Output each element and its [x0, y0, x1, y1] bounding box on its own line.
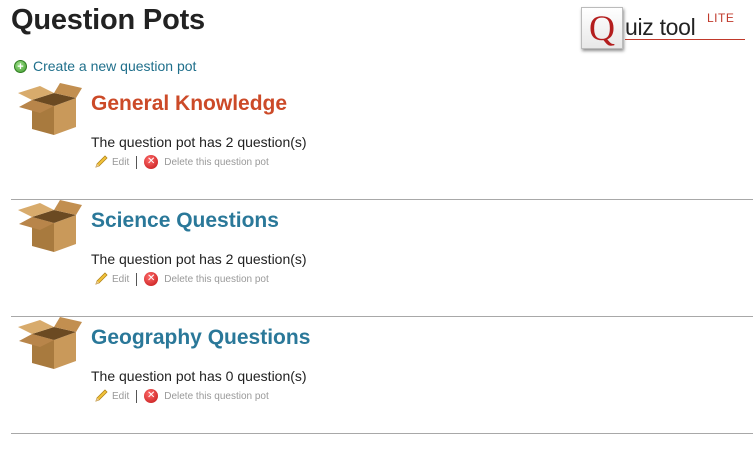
- edit-button[interactable]: Edit: [93, 271, 129, 287]
- pencil-icon: [95, 272, 108, 285]
- pot-question-count: The question pot has 2 question(s): [91, 134, 307, 150]
- pot-title-link[interactable]: Geography Questions: [91, 326, 310, 350]
- edit-label: Edit: [112, 273, 130, 285]
- logo-underline: [625, 39, 745, 40]
- pot-actions: Edit ✕ Delete this question pot: [93, 388, 269, 404]
- plus-circle-icon: +: [14, 59, 27, 73]
- action-separator: [136, 272, 138, 286]
- pot-actions: Edit ✕ Delete this question pot: [93, 154, 269, 170]
- question-pot-item: Science Questions The question pot has 2…: [11, 199, 753, 317]
- page-title: Question Pots: [11, 4, 205, 36]
- create-question-pot-link[interactable]: + Create a new question pot: [14, 58, 196, 74]
- pot-actions: Edit ✕ Delete this question pot: [93, 271, 269, 287]
- logo-lite-badge: LITE: [707, 11, 735, 25]
- pencil-icon: [95, 155, 108, 168]
- cardboard-box-icon: [18, 200, 82, 252]
- question-pot-item: General Knowledge The question pot has 2…: [11, 82, 753, 200]
- delete-label: Delete this question pot: [164, 156, 269, 168]
- logo-text: uiz tool: [625, 14, 696, 40]
- delete-label: Delete this question pot: [164, 390, 269, 402]
- delete-label: Delete this question pot: [164, 273, 269, 285]
- delete-pot-button[interactable]: ✕ Delete this question pot: [144, 389, 269, 403]
- edit-label: Edit: [112, 156, 130, 168]
- edit-label: Edit: [112, 390, 130, 402]
- question-pot-item: Geography Questions The question pot has…: [11, 316, 753, 434]
- pot-title-link[interactable]: General Knowledge: [91, 92, 287, 116]
- action-separator: [136, 389, 138, 403]
- cardboard-box-icon: [18, 83, 82, 135]
- create-link-label: Create a new question pot: [33, 58, 197, 74]
- pencil-icon: [95, 389, 108, 402]
- cardboard-box-icon: [18, 317, 82, 369]
- pot-question-count: The question pot has 0 question(s): [91, 368, 307, 384]
- edit-button[interactable]: Edit: [93, 154, 129, 170]
- delete-pot-button[interactable]: ✕ Delete this question pot: [144, 272, 269, 286]
- pot-title-link[interactable]: Science Questions: [91, 209, 279, 233]
- delete-pot-button[interactable]: ✕ Delete this question pot: [144, 155, 269, 169]
- quiz-tool-logo: Q uiz tool LITE: [581, 7, 747, 49]
- edit-button[interactable]: Edit: [93, 388, 129, 404]
- action-separator: [136, 155, 138, 169]
- logo-q-letter: Q: [581, 7, 623, 49]
- pot-question-count: The question pot has 2 question(s): [91, 251, 307, 267]
- delete-icon: ✕: [144, 389, 159, 403]
- delete-icon: ✕: [144, 155, 159, 169]
- delete-icon: ✕: [144, 272, 159, 286]
